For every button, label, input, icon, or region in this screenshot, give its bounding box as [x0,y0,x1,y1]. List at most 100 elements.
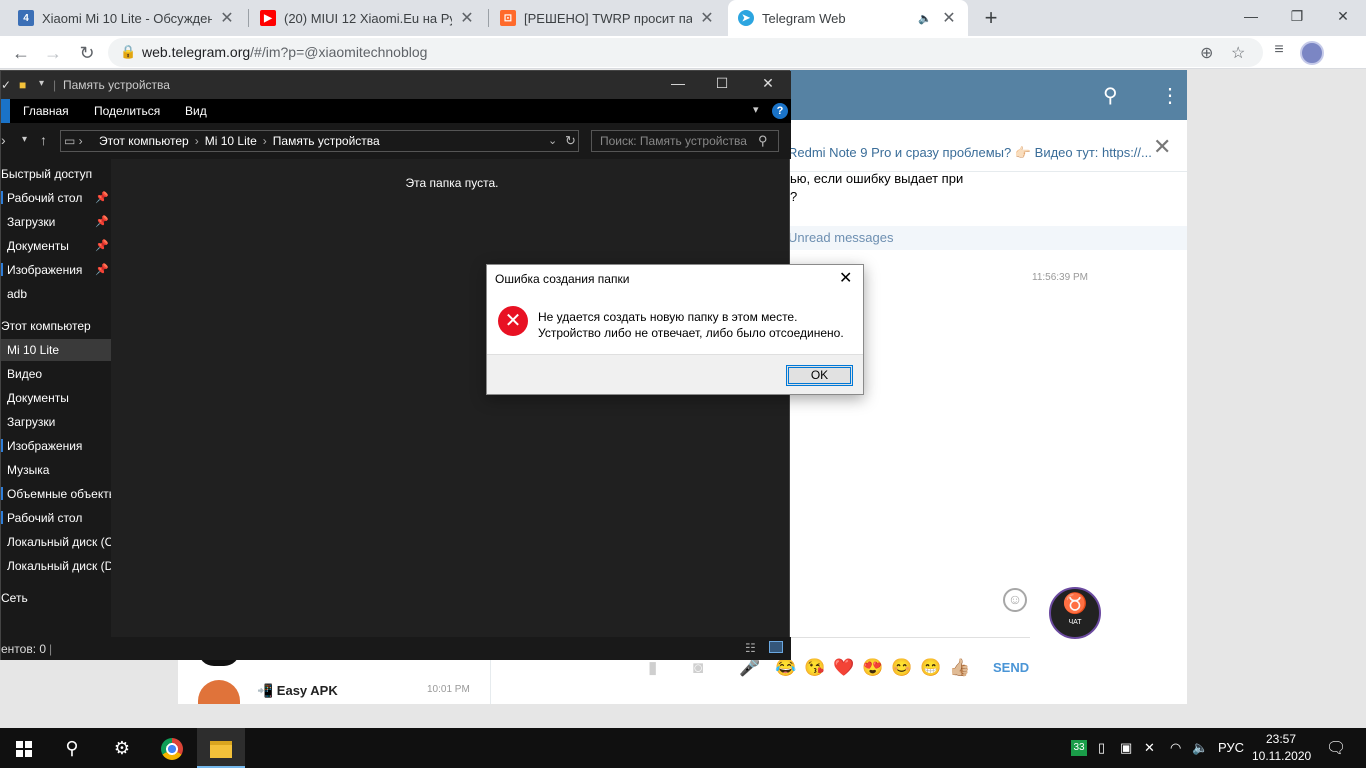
breadcrumb-item[interactable]: Память устройства [273,134,380,148]
emoji-shortcut[interactable]: 😂 [775,657,796,679]
restore-button[interactable]: ❐ [1274,0,1320,32]
address-bar[interactable]: 🔒 web.telegram.org/#/im?p=@xiaomitechnob… [108,38,1263,67]
close-tab-icon[interactable]: ✕ [458,8,476,28]
attach-photo-icon[interactable]: ◙ [693,657,703,679]
minimize-button[interactable]: — [663,75,693,91]
nav-adb[interactable]: adb [1,283,111,305]
quick-access-dropdown-icon[interactable]: ▾ [39,78,44,89]
wifi-icon[interactable]: ◠ [1170,728,1181,768]
nav-local-disk-d[interactable]: Локальный диск (D:) [1,555,111,577]
close-tab-icon[interactable]: ✕ [698,8,716,28]
details-view-icon[interactable]: ☷ [745,641,756,655]
forward-arrow-icon[interactable]: › [1,132,6,148]
nav-pictures[interactable]: Изображения [1,435,111,457]
browser-tab-2[interactable]: ▶ (20) MIUI 12 Xiaomi.Eu на Русск ✕ [250,0,486,36]
nav-network[interactable]: Сеть [1,587,111,609]
file-list-area[interactable]: Эта папка пуста. [111,159,789,637]
chrome-app-button[interactable] [148,728,196,768]
close-pinned-icon[interactable]: ✕ [1153,134,1171,160]
search-input[interactable]: Поиск: Память устройства ⚲ [591,130,779,152]
nav-this-pc[interactable]: Этот компьютер [1,315,111,337]
nav-downloads-pinned[interactable]: Загрузки 📌 [1,211,111,233]
chevron-down-icon[interactable]: ⌄ [548,134,557,147]
nav-music[interactable]: Музыка [1,459,111,481]
start-button[interactable] [0,728,48,768]
search-icon[interactable]: ⚲ [1103,83,1118,108]
media-playlist-icon[interactable]: ≡ [1267,41,1291,59]
profile-avatar[interactable] [1300,41,1324,65]
emoji-shortcut[interactable]: 😊 [891,657,912,679]
refresh-icon[interactable]: ↻ [565,133,576,149]
ribbon-tab-home[interactable]: Главная [23,104,69,118]
microphone-icon[interactable]: 🎤 [739,657,760,679]
clock[interactable]: 23:57 10.11.2020 [1252,731,1311,765]
file-menu-tab[interactable] [1,99,10,123]
lock-icon: 🔒 [120,44,137,59]
emoji-shortcut[interactable]: 😘 [804,657,825,679]
bookmark-star-icon[interactable]: ☆ [1231,43,1245,63]
ok-button[interactable]: OK [786,365,853,386]
speaker-icon[interactable]: 🔈 [916,12,934,25]
properties-icon[interactable]: ✓ [1,78,11,92]
back-arrow-icon[interactable]: ← [8,40,34,66]
add-circle-icon[interactable]: ⊕ [1200,43,1213,63]
settings-app-button[interactable]: ⚙ [98,728,146,768]
minimize-button[interactable]: — [1228,0,1274,32]
browser-tab-4[interactable]: ➤ Telegram Web 🔈 ✕ [728,0,968,36]
nav-documents[interactable]: Документы [1,387,111,409]
tray-app-badge[interactable]: 33 [1071,740,1087,756]
help-icon[interactable]: ? [772,103,788,119]
nav-quick-access[interactable]: Быстрый доступ [1,163,111,185]
expand-ribbon-icon[interactable]: ▾ [753,103,759,116]
emoji-shortcut[interactable]: 😁 [920,657,941,679]
emoji-icon[interactable]: ☺ [1003,588,1027,612]
close-icon[interactable]: ✕ [839,268,852,288]
notifications-icon[interactable]: 🗨 [1326,738,1346,758]
language-indicator[interactable]: РУС [1218,728,1244,768]
large-icons-view-icon[interactable] [769,641,783,653]
browser-tab-1[interactable]: 4 Xiaomi Mi 10 Lite - Обсуждение ✕ [8,0,246,36]
nav-mi-10-lite[interactable]: Mi 10 Lite [1,339,111,361]
nav-local-disk-c[interactable]: Локальный диск (C:) [1,531,111,553]
emoji-shortcut[interactable]: 👍🏼 [949,657,970,679]
battery-icon[interactable]: ▯ [1098,728,1105,768]
browser-tab-3[interactable]: ⊡ [РЕШЕНО] TWRP просит пароль ✕ [490,0,726,36]
nav-3d-objects[interactable]: Объемные объекты [1,483,111,505]
disconnected-network-icon[interactable]: ✕ [1144,728,1155,768]
nav-documents-pinned[interactable]: Документы 📌 [1,235,111,257]
attach-file-icon[interactable]: ▮ [648,657,657,679]
tray-app-icon[interactable]: ▣ [1120,728,1132,768]
close-window-button[interactable]: ✕ [753,75,783,92]
chat-avatar[interactable]: ♉ ЧАТ [1049,587,1101,639]
breadcrumb-item[interactable]: Mi 10 Lite [205,134,257,148]
message-input-line[interactable] [790,637,1030,638]
pinned-message[interactable]: Redmi Note 9 Pro и сразу проблемы? 👉🏻 Ви… [788,145,1152,161]
nav-downloads[interactable]: Загрузки [1,411,111,433]
up-arrow-icon[interactable]: ↑ [40,132,47,148]
ribbon-tab-share[interactable]: Поделиться [94,104,160,118]
close-tab-icon[interactable]: ✕ [218,8,236,28]
ribbon-tab-view[interactable]: Вид [185,104,207,118]
close-window-button[interactable]: ✕ [1320,0,1366,32]
chat-name[interactable]: 📲 Easy APK [257,683,338,699]
nav-desktop[interactable]: Рабочий стол [1,507,111,529]
explorer-app-button[interactable] [197,728,245,768]
address-bar[interactable]: ▭ › Этот компьютер › Mi 10 Lite › Память уст… [60,130,579,152]
nav-desktop-pinned[interactable]: Рабочий стол 📌 [1,187,111,209]
search-button[interactable]: ⚲ [48,728,96,768]
forward-arrow-icon[interactable]: → [40,40,66,66]
more-vertical-icon[interactable]: ⋮ [1160,83,1180,108]
new-tab-button[interactable]: + [977,4,1005,32]
emoji-shortcut[interactable]: 😍 [862,657,883,679]
send-button[interactable]: SEND [993,660,1029,675]
volume-icon[interactable]: 🔈 [1192,728,1208,768]
reload-icon[interactable]: ↻ [74,40,100,66]
nav-videos[interactable]: Видео [1,363,111,385]
recent-locations-icon[interactable]: ▾ [22,134,27,145]
emoji-shortcut[interactable]: ❤️ [833,657,854,679]
explorer-titlebar[interactable]: ✓ ■ ▾ | Память устройства — ☐ ✕ [1,71,791,99]
breadcrumb-item[interactable]: Этот компьютер [99,134,189,148]
close-tab-icon[interactable]: ✕ [940,8,958,28]
nav-pictures-pinned[interactable]: Изображения 📌 [1,259,111,281]
maximize-button[interactable]: ☐ [707,75,737,92]
